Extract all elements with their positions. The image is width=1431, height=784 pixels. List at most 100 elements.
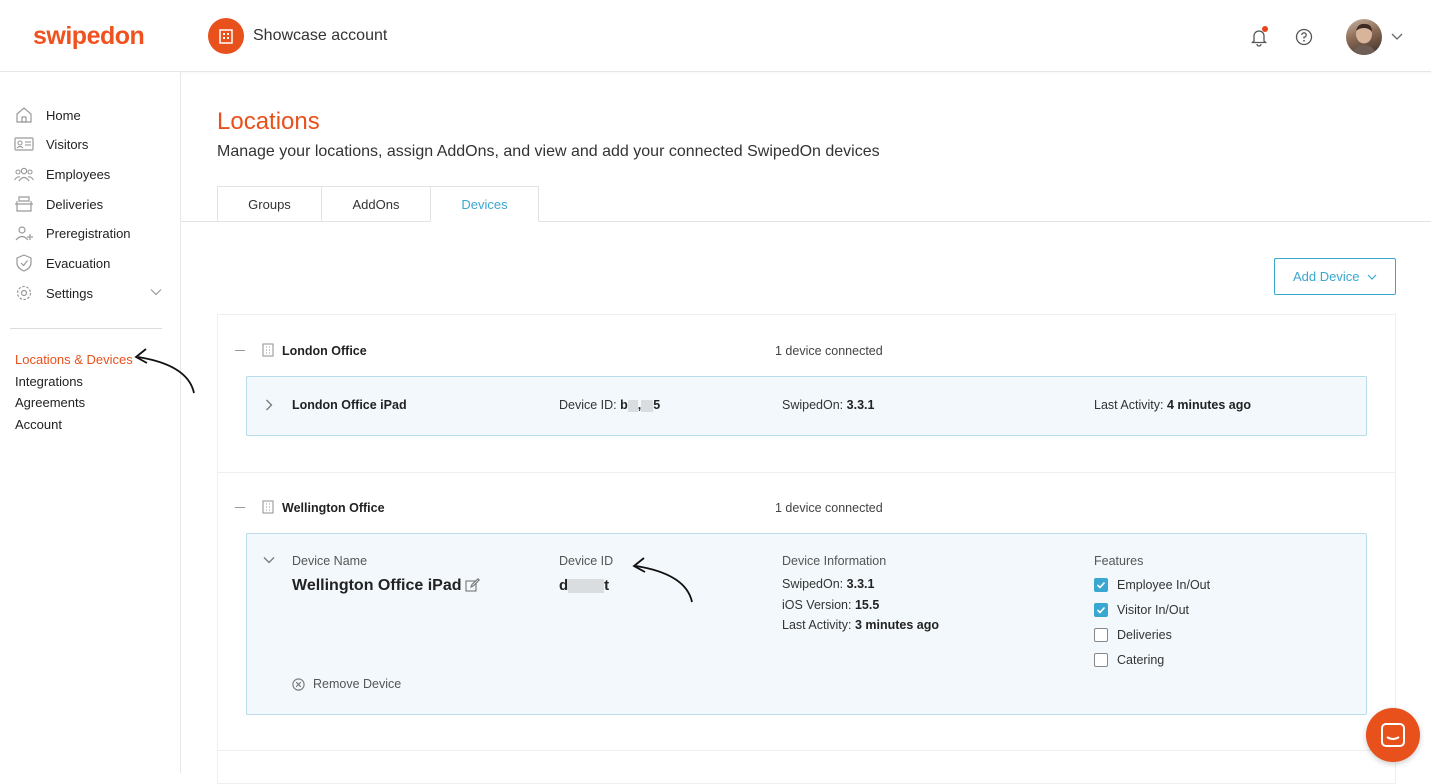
device-count: 1 device connected [775, 501, 883, 515]
last-activity-label: Last Activity: [782, 618, 852, 632]
last-activity: Last Activity: 3 minutes ago [782, 618, 939, 632]
chat-launcher-button[interactable] [1366, 708, 1420, 762]
feature-checkbox-employee[interactable] [1094, 578, 1108, 592]
feature-label: Visitor In/Out [1117, 603, 1190, 617]
check-icon [1096, 606, 1106, 614]
edit-icon[interactable] [465, 578, 480, 593]
device-card-expanded: Device Name Wellington Office iPad Devic… [246, 533, 1367, 715]
add-device-label: Add Device [1293, 269, 1360, 284]
device-card-collapsed[interactable]: London Office iPad Device ID: b,5 Swiped… [246, 376, 1367, 436]
main-content: Locations Manage your locations, assign … [181, 72, 1431, 784]
add-device-button[interactable]: Add Device [1274, 258, 1396, 295]
sidebar-item-label: Employees [46, 166, 111, 182]
chevron-right-icon[interactable] [265, 399, 273, 411]
device-count: 1 device connected [775, 344, 883, 358]
sidebar-item-settings[interactable]: Settings [0, 279, 180, 307]
group-name: London Office [282, 344, 367, 358]
swipedon-version: SwipedOn: 3.3.1 [782, 398, 874, 412]
device-id: Device ID: b,5 [559, 398, 660, 412]
sidebar-item-label: Deliveries [46, 196, 104, 212]
user-avatar[interactable] [1346, 19, 1382, 55]
page-title: Locations [217, 108, 320, 135]
sidebar-link-account[interactable]: Account [15, 417, 62, 432]
sidebar-item-label: Visitors [46, 136, 89, 152]
swipedon-label: SwipedOn: [782, 398, 844, 412]
sidebar-item-label: Home [46, 107, 81, 123]
remove-device-label: Remove Device [313, 677, 402, 691]
last-activity: Last Activity: 4 minutes ago [1094, 398, 1251, 412]
gear-icon [16, 285, 32, 301]
sidebar-link-agreements[interactable]: Agreements [15, 395, 85, 410]
sidebar-item-evacuation[interactable]: Evacuation [0, 249, 180, 277]
shield-icon [16, 254, 32, 272]
device-id-end: 5 [653, 398, 661, 412]
home-icon [16, 107, 32, 123]
people-icon [14, 167, 34, 182]
tab-devices[interactable]: Devices [430, 186, 539, 222]
sidebar-item-preregistration[interactable]: Preregistration [0, 219, 180, 247]
feature-checkbox-catering[interactable] [1094, 653, 1108, 667]
device-info-label: Device Information [782, 554, 887, 568]
sidebar-item-home[interactable]: Home [0, 101, 180, 129]
remove-device-button[interactable]: Remove Device [292, 677, 401, 691]
features-label: Features [1094, 554, 1144, 568]
building-icon[interactable] [208, 18, 244, 54]
check-icon [1096, 581, 1106, 589]
sidebar-link-locations-devices[interactable]: Locations & Devices [15, 352, 133, 367]
group-divider [218, 472, 1395, 473]
sidebar-item-label: Preregistration [46, 225, 131, 241]
last-activity-value: 4 minutes ago [1166, 398, 1252, 412]
redaction [627, 399, 638, 412]
device-id-value: dt [559, 577, 609, 594]
sidebar-link-integrations[interactable]: Integrations [15, 374, 83, 389]
sidebar-item-employees[interactable]: Employees [0, 160, 180, 188]
account-name[interactable]: Showcase account [253, 27, 387, 45]
device-name-label: Device Name [292, 554, 368, 568]
chevron-down-icon[interactable] [1390, 31, 1404, 41]
tab-groups[interactable]: Groups [217, 186, 322, 222]
ios-label: iOS Version: [782, 598, 852, 612]
group-name: Wellington Office [282, 501, 385, 515]
top-bar: swipedon Showcase account [0, 0, 1431, 72]
swipedon-label: SwipedOn: [782, 577, 844, 591]
redaction [568, 579, 605, 594]
chevron-down-icon [150, 289, 162, 296]
notification-dot [1262, 26, 1268, 32]
collapse-icon[interactable] [235, 350, 245, 351]
help-icon[interactable] [1295, 28, 1313, 46]
collapse-icon[interactable] [235, 507, 245, 508]
id-card-icon [14, 137, 34, 151]
chevron-down-icon [1367, 274, 1377, 280]
sidebar-divider [10, 328, 162, 329]
close-circle-icon [292, 677, 305, 691]
chevron-down-icon[interactable] [263, 556, 275, 564]
building-icon [262, 343, 274, 357]
swipedon-version: SwipedOn: 3.3.1 [782, 577, 874, 591]
redaction [641, 399, 654, 412]
feature-checkbox-deliveries[interactable] [1094, 628, 1108, 642]
building-icon [262, 500, 274, 514]
swipedon-logo[interactable]: swipedon [33, 22, 145, 51]
feature-checkbox-visitor[interactable] [1094, 603, 1108, 617]
device-name: London Office iPad [292, 398, 407, 412]
chat-icon [1381, 723, 1405, 747]
feature-label: Employee In/Out [1117, 578, 1211, 592]
annotation-arrow [632, 557, 693, 603]
swipedon-value: 3.3.1 [846, 577, 875, 591]
sidebar: Home Visitors Employees Deliveries Prere… [0, 72, 181, 773]
box-icon [15, 196, 33, 212]
last-activity-label: Last Activity: [1094, 398, 1164, 412]
ios-version: iOS Version: 15.5 [782, 598, 879, 612]
device-id-end: t [604, 577, 610, 594]
tab-addons[interactable]: AddOns [321, 186, 431, 222]
swipedon-value: 3.3.1 [846, 398, 875, 412]
user-plus-icon [15, 226, 33, 241]
sidebar-item-visitors[interactable]: Visitors [0, 130, 180, 158]
device-id-label: Device ID [559, 554, 614, 568]
feature-label: Catering [1117, 653, 1165, 667]
sidebar-item-deliveries[interactable]: Deliveries [0, 190, 180, 218]
device-name: Wellington Office iPad [292, 577, 462, 594]
feature-label: Deliveries [1117, 628, 1172, 642]
page-subtitle: Manage your locations, assign AddOns, an… [217, 143, 880, 160]
ios-value: 15.5 [854, 598, 880, 612]
